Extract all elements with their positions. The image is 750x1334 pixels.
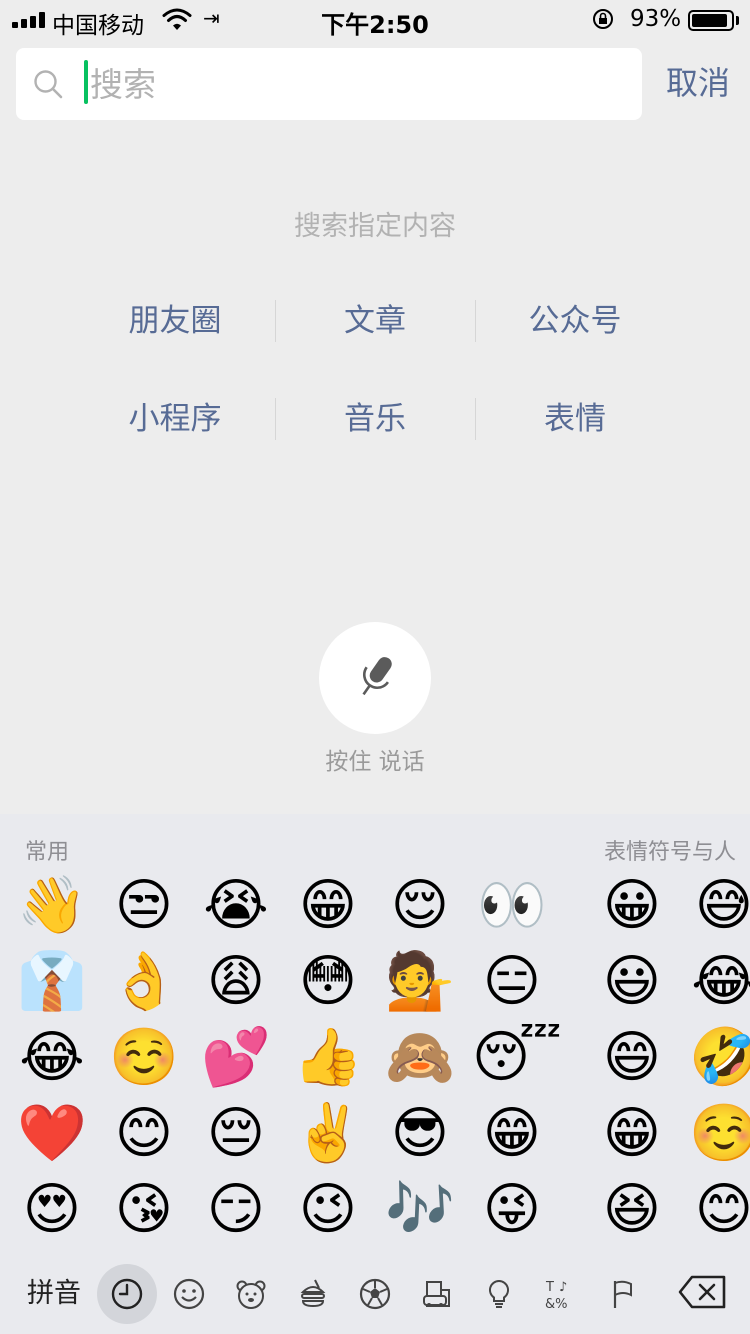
emoji-key[interactable]: 💕 <box>196 1022 276 1094</box>
emoji-key[interactable]: 👍 <box>288 1022 368 1094</box>
emoji-key[interactable]: 😴 <box>472 1022 562 1094</box>
battery-icon <box>688 10 734 31</box>
section-people-label: 表情符号与人 <box>604 840 737 865</box>
emoji-key[interactable]: 😊 <box>684 1174 750 1246</box>
building-icon[interactable] <box>407 1264 467 1324</box>
microphone-icon <box>362 657 392 696</box>
emoji-key[interactable]: 😀 <box>592 870 672 942</box>
rotation-lock-icon <box>593 9 613 29</box>
emoji-key[interactable]: 👋 <box>12 870 92 942</box>
emoji-key[interactable]: 😌 <box>380 870 460 942</box>
smiley-icon[interactable] <box>159 1264 219 1324</box>
emoji-key[interactable]: 👔 <box>12 946 92 1018</box>
emoji-key[interactable]: 😔 <box>196 1098 276 1170</box>
emoji-key[interactable]: 🤣 <box>684 1022 750 1094</box>
battery-percent: 93% <box>630 6 682 32</box>
scope-row: 小程序 音乐 表情 <box>75 388 675 450</box>
emoji-key[interactable]: 😄 <box>592 1022 672 1094</box>
emoji-key[interactable]: 💁 <box>380 946 460 1018</box>
emoji-key[interactable]: 😑 <box>472 946 552 1018</box>
symbols-icon[interactable]: T ♪ &% <box>531 1264 591 1324</box>
emoji-key[interactable]: 😂 <box>684 946 750 1018</box>
emoji-key[interactable]: 😘 <box>104 1174 184 1246</box>
text-caret <box>84 60 88 104</box>
scope-mini-programs[interactable]: 小程序 <box>75 388 275 450</box>
clock-icon[interactable] <box>97 1264 157 1324</box>
emoji-keyboard: 常用 表情符号与人 👋 😒 😭 😁 😌 👀 👔 👌 😩 😳 💁 😑 😂 ☺️ 💕 👍 🙈 😴 ❤️ 😊 😔 ✌️ 😎 😁 😍 😘 😏… <box>0 814 750 1334</box>
bear-icon[interactable] <box>221 1264 281 1324</box>
emoji-key[interactable]: 😆 <box>592 1174 672 1246</box>
search-input[interactable] <box>90 56 630 112</box>
scope-title: 搜索指定内容 <box>294 211 456 242</box>
section-frequent-label: 常用 <box>25 840 70 865</box>
emoji-key[interactable]: ☺️ <box>104 1022 184 1094</box>
svg-text:♪: ♪ <box>559 1280 567 1295</box>
scope-official-accounts[interactable]: 公众号 <box>475 290 675 352</box>
scope-music[interactable]: 音乐 <box>275 388 475 450</box>
bulb-icon[interactable] <box>469 1264 529 1324</box>
svg-text:&%: &% <box>545 1297 568 1312</box>
emoji-key[interactable]: 🙈 <box>380 1022 460 1094</box>
scope-stickers[interactable]: 表情 <box>475 388 675 450</box>
pinyin-button[interactable]: 拼音 <box>18 1272 90 1316</box>
scope-row: 朋友圈 文章 公众号 <box>75 290 675 352</box>
emoji-key[interactable]: 😁 <box>288 870 368 942</box>
emoji-key[interactable]: 😊 <box>104 1098 184 1170</box>
emoji-key[interactable]: 😉 <box>288 1174 368 1246</box>
emoji-key[interactable]: 😃 <box>592 946 672 1018</box>
emoji-key[interactable]: 😁 <box>472 1098 552 1170</box>
emoji-key[interactable]: 🎶 <box>380 1174 460 1246</box>
emoji-key[interactable]: 😎 <box>380 1098 460 1170</box>
flag-icon[interactable] <box>593 1264 653 1324</box>
emoji-key[interactable]: ❤️ <box>12 1098 92 1170</box>
svg-text:T: T <box>545 1280 554 1295</box>
emoji-key[interactable]: 😏 <box>196 1174 276 1246</box>
voice-button[interactable] <box>319 622 431 734</box>
search-icon <box>34 70 63 99</box>
status-bar: 中国移动 ⇥ 下午2:50 93% <box>0 0 750 40</box>
emoji-key[interactable]: 😅 <box>684 870 750 942</box>
battery-tip <box>736 16 739 25</box>
food-icon[interactable] <box>283 1264 343 1324</box>
emoji-key[interactable]: 😜 <box>472 1174 552 1246</box>
scope-grid: 朋友圈 文章 公众号 小程序 音乐 表情 <box>75 290 675 486</box>
emoji-key[interactable]: 👀 <box>472 870 552 942</box>
keyboard-toolbar: 拼音 T ♪ &% <box>0 1258 750 1334</box>
delete-icon[interactable] <box>678 1274 728 1310</box>
scope-moments[interactable]: 朋友圈 <box>75 290 275 352</box>
ball-icon[interactable] <box>345 1264 405 1324</box>
scope-articles[interactable]: 文章 <box>275 290 475 352</box>
emoji-key[interactable]: 😳 <box>288 946 368 1018</box>
voice-label: 按住 说话 <box>325 749 425 775</box>
emoji-key[interactable]: 😩 <box>196 946 276 1018</box>
emoji-key[interactable]: 👌 <box>104 946 184 1018</box>
emoji-key[interactable]: 😒 <box>104 870 184 942</box>
search-box[interactable] <box>16 48 642 120</box>
emoji-key[interactable]: ✌️ <box>288 1098 368 1170</box>
emoji-key[interactable]: 😭 <box>196 870 276 942</box>
cancel-button[interactable]: 取消 <box>656 58 740 108</box>
emoji-key[interactable]: 😁 <box>592 1098 672 1170</box>
emoji-key[interactable]: 😍 <box>12 1174 92 1246</box>
emoji-key[interactable]: 😂 <box>12 1022 92 1094</box>
emoji-key[interactable]: ☺️ <box>684 1098 750 1170</box>
